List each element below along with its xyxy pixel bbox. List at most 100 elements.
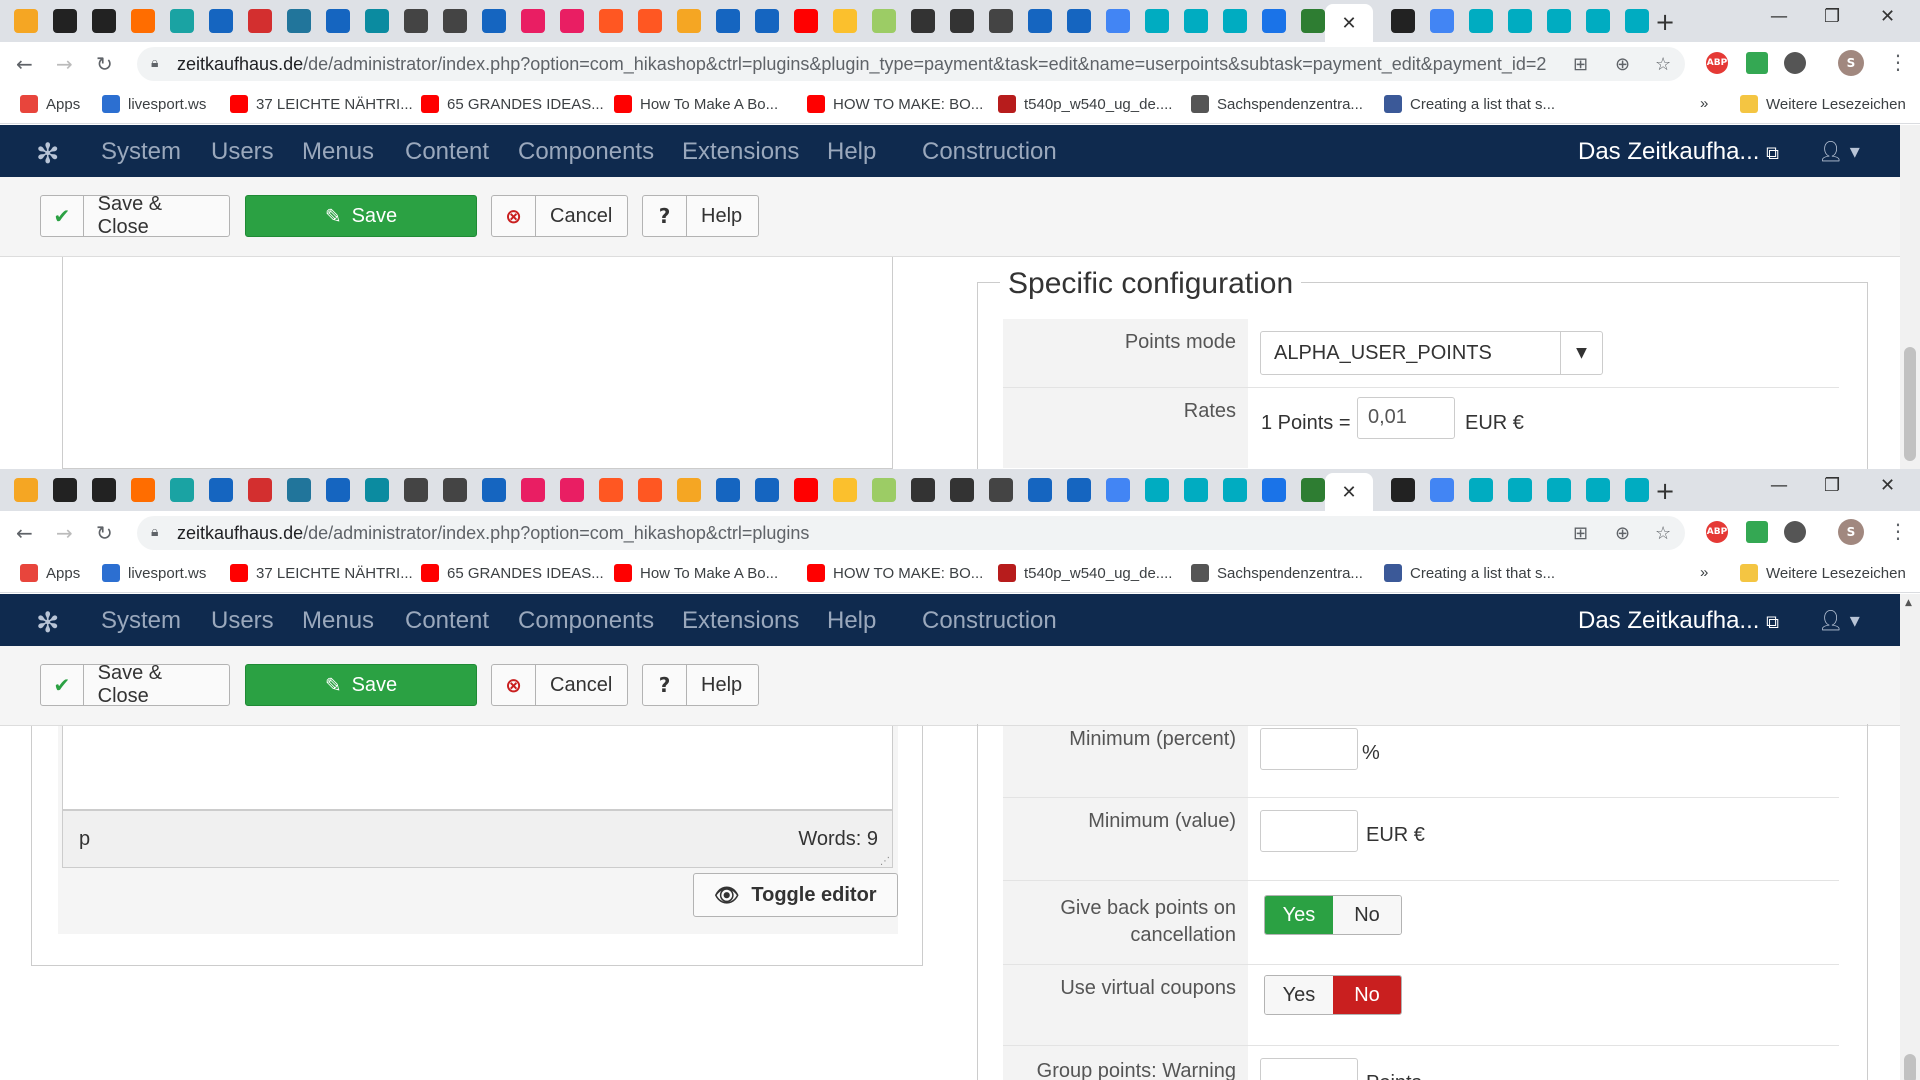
tab-asterisk-icon[interactable] — [1508, 9, 1532, 33]
tab-arrow-icon[interactable] — [53, 478, 77, 502]
new-tab-button[interactable]: + — [1655, 8, 1675, 36]
menu-components[interactable]: Components — [518, 607, 654, 635]
tab-safari-icon[interactable] — [1067, 9, 1091, 33]
menu-content[interactable]: Content — [405, 138, 489, 166]
tab-gmail-icon[interactable] — [677, 478, 701, 502]
tab-asterisk-icon[interactable] — [1547, 478, 1571, 502]
cancel-button[interactable]: ⊗ Cancel — [491, 195, 628, 237]
menu-construction[interactable]: Construction — [922, 607, 1057, 635]
bookmark-item[interactable]: livesport.ws — [102, 564, 206, 582]
tab-gmail-icon[interactable] — [677, 9, 701, 33]
tab-site-icon[interactable] — [872, 478, 896, 502]
tab-safari-icon[interactable] — [1028, 478, 1052, 502]
tab-wordpress-icon[interactable] — [287, 478, 311, 502]
menu-help[interactable]: Help — [827, 138, 876, 166]
tab-site-icon[interactable] — [833, 478, 857, 502]
tab-close-icon[interactable]: ✕ — [1341, 482, 1356, 503]
tab-safari-icon[interactable] — [482, 478, 506, 502]
toggle-editor-button[interactable]: 👁︎ Toggle editor — [693, 873, 898, 917]
tab-asterisk-icon[interactable] — [1223, 478, 1247, 502]
save-close-button[interactable]: ✔ Save & Close — [40, 193, 230, 238]
menu-construction[interactable]: Construction — [922, 138, 1057, 166]
bookmark-item[interactable]: t540p_w540_ug_de.... — [998, 564, 1172, 582]
tab-google-icon[interactable] — [1430, 9, 1454, 33]
tab-youtube-icon[interactable] — [794, 9, 818, 33]
adblock-icon[interactable]: ABP — [1706, 521, 1728, 543]
rates-input[interactable]: 0,01 — [1357, 397, 1455, 439]
tab-joomla-icon[interactable] — [638, 478, 662, 502]
editor-path[interactable]: p — [79, 828, 90, 851]
bookmark-item[interactable]: 65 GRANDES IDEAS... — [421, 95, 604, 113]
tab-joomla-icon[interactable] — [599, 9, 623, 33]
tab-safari-icon[interactable] — [1028, 9, 1052, 33]
tab-asterisk-icon[interactable] — [1508, 478, 1532, 502]
tab-safari-icon[interactable] — [755, 9, 779, 33]
tab-wikipedia-icon[interactable] — [443, 478, 467, 502]
tab-asterisk-icon[interactable] — [1184, 9, 1208, 33]
bookmarks-overflow-button[interactable]: » — [1700, 95, 1708, 112]
tab-arrow-icon[interactable] — [53, 9, 77, 33]
minimize-button[interactable]: — — [1770, 6, 1788, 27]
tab-site-icon[interactable] — [170, 478, 194, 502]
cancel-button[interactable]: ⊗ Cancel — [491, 664, 628, 706]
tab-asterisk-icon[interactable] — [1586, 478, 1610, 502]
tab-youtube-icon[interactable] — [794, 478, 818, 502]
help-button[interactable]: ? Help — [642, 195, 759, 237]
minimize-button[interactable]: — — [1770, 475, 1788, 496]
menu-help[interactable]: Help — [827, 607, 876, 635]
scroll-up-icon[interactable]: ▲ — [1905, 598, 1912, 608]
site-link[interactable]: Das Zeitkaufha... ⧉ — [1578, 607, 1779, 635]
tab-joomla-icon[interactable] — [521, 9, 545, 33]
bookmark-item[interactable]: Apps — [20, 564, 80, 582]
bookmark-star-icon[interactable]: ☆ — [1655, 54, 1671, 75]
tab-site-icon[interactable] — [1301, 9, 1325, 33]
translate-icon[interactable]: ⊞ — [1573, 523, 1588, 544]
scrollbar[interactable]: ▲ — [1900, 594, 1920, 1080]
tab-site-icon[interactable] — [1301, 478, 1325, 502]
tab-globe-icon[interactable] — [1262, 9, 1286, 33]
bookmarks-overflow-button[interactable]: » — [1700, 564, 1708, 581]
tab-google-icon[interactable] — [1106, 478, 1130, 502]
restore-button[interactable]: ❐ — [1824, 6, 1840, 27]
menu-menus[interactable]: Menus — [302, 607, 374, 635]
scrollbar-thumb[interactable] — [1904, 1054, 1916, 1080]
tab-safari-icon[interactable] — [755, 478, 779, 502]
tab-close-icon[interactable]: ✕ — [1341, 13, 1356, 34]
joomla-logo-icon[interactable]: ✻ — [36, 137, 59, 170]
reload-icon[interactable]: ↻ — [96, 52, 113, 76]
give-back-yes-option[interactable]: Yes — [1265, 896, 1333, 934]
profile-avatar[interactable]: S — [1838, 50, 1864, 76]
extension-puzzle-icon[interactable] — [1784, 521, 1806, 543]
tab-joomla-icon[interactable] — [560, 9, 584, 33]
tab-joomla-icon[interactable] — [599, 478, 623, 502]
menu-system[interactable]: System — [101, 607, 181, 635]
joomla-logo-icon[interactable]: ✻ — [36, 606, 59, 639]
site-link[interactable]: Das Zeitkaufha... ⧉ — [1578, 138, 1779, 166]
tab-asterisk-icon[interactable] — [1223, 9, 1247, 33]
tab-arrow-icon[interactable] — [365, 9, 389, 33]
tab-asterisk-icon[interactable] — [1184, 478, 1208, 502]
tab-asterisk-icon[interactable] — [1469, 478, 1493, 502]
zoom-icon[interactable]: ⊕ — [1615, 54, 1630, 75]
tab-shop-icon[interactable] — [911, 9, 935, 33]
tab-asterisk-icon[interactable] — [1625, 478, 1649, 502]
virtual-coupons-no-option[interactable]: No — [1333, 976, 1401, 1014]
extension-icon[interactable] — [1746, 521, 1768, 543]
tab-wikipedia-icon[interactable] — [989, 9, 1013, 33]
bookmark-item[interactable]: Creating a list that s... — [1384, 95, 1555, 113]
tab-asterisk-icon[interactable] — [1586, 9, 1610, 33]
tab-srf-icon[interactable] — [248, 478, 272, 502]
tab-asterisk-icon[interactable] — [1547, 9, 1571, 33]
bookmark-star-icon[interactable]: ☆ — [1655, 523, 1671, 544]
tab-safari-icon[interactable] — [326, 9, 350, 33]
tab-google-icon[interactable] — [1106, 9, 1130, 33]
tab-asterisk-icon[interactable] — [1625, 9, 1649, 33]
bookmark-item[interactable]: 37 LEICHTE NÄHTRI... — [230, 564, 413, 582]
bookmark-item[interactable]: HOW TO MAKE: BO... — [807, 564, 983, 582]
user-menu-icon[interactable]: 👤︎ ▾ — [1818, 608, 1860, 632]
tab-asterisk-icon[interactable] — [1145, 478, 1169, 502]
points-mode-select[interactable]: ALPHA_USER_POINTS ▼ — [1260, 331, 1603, 375]
give-back-no-option[interactable]: No — [1333, 896, 1401, 934]
tab-arrow-icon[interactable] — [92, 478, 116, 502]
tab-wikipedia-icon[interactable] — [443, 9, 467, 33]
